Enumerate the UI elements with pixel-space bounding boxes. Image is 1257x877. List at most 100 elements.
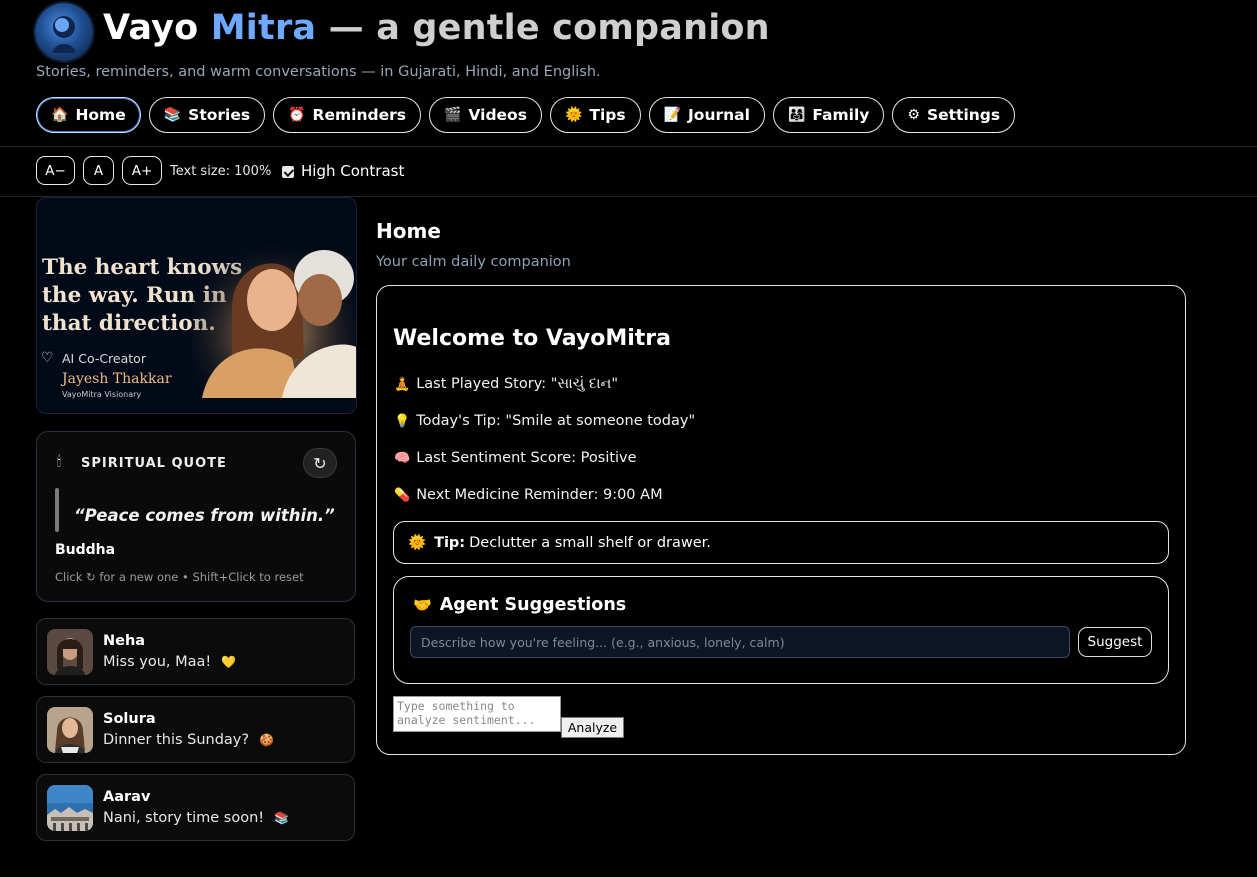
nav-settings[interactable]: ⚙ Settings: [892, 97, 1016, 133]
brain-icon: 🧠: [394, 451, 411, 466]
sun-icon: 🌞: [408, 535, 427, 551]
sun-icon: 🌞: [564, 107, 583, 123]
heart-icon: ♡: [41, 350, 54, 366]
refresh-quote-button[interactable]: ↻: [303, 448, 337, 478]
tip-label: Tip:: [434, 535, 466, 551]
text-increase-button[interactable]: A+: [122, 156, 162, 185]
feeling-input[interactable]: [410, 626, 1070, 658]
app-title: Vayo Mitra — a gentle companion: [103, 8, 770, 48]
nav-label: Reminders: [312, 106, 406, 124]
books-emoji-icon: 📚: [274, 811, 290, 825]
meditation-icon: 🧘: [394, 377, 411, 392]
accessibility-toolbar: A− A A+ Text size: 100% High Contrast: [0, 147, 1257, 197]
message-body: Nani, story time soon!: [103, 810, 265, 826]
stat-medicine: 💊 Next Medicine Reminder: 9:00 AM: [394, 487, 663, 503]
message-text: Nani, story time soon! 📚: [103, 810, 289, 826]
message-card[interactable]: Solura Dinner this Sunday? 🍪: [36, 696, 355, 763]
message-sender: Aarav: [103, 789, 151, 805]
pill-icon: 💊: [394, 488, 411, 503]
welcome-card: Welcome to VayoMitra 🧘 Last Played Story:…: [376, 285, 1186, 755]
nav-label: Videos: [468, 106, 527, 124]
lightbulb-icon: 💡: [394, 414, 411, 429]
refresh-icon: ↻: [313, 453, 327, 473]
main-nav: 🏠 Home 📚 Stories ⏰ Reminders 🎬 Videos 🌞 Tips …: [36, 97, 1016, 133]
page-title: Home: [376, 219, 441, 243]
avatar: [47, 785, 93, 831]
banner-photo: [192, 238, 356, 398]
message-card[interactable]: Neha Miss you, Maa! 💛: [36, 618, 355, 685]
high-contrast-label[interactable]: High Contrast: [301, 162, 404, 180]
text-size-readout: Text size: 100%: [170, 164, 272, 179]
alarm-clock-icon: ⏰: [288, 107, 306, 123]
message-sender: Neha: [103, 633, 146, 649]
banner-co-creator-label: AI Co-Creator: [62, 351, 146, 366]
nav-videos[interactable]: 🎬 Videos: [428, 97, 542, 133]
stat-text: Last Sentiment Score: Positive: [416, 450, 637, 466]
app-logo: [35, 3, 93, 61]
banner-name: Jayesh Thakkar: [62, 371, 172, 387]
nav-reminders[interactable]: ⏰ Reminders: [273, 97, 421, 133]
nav-label: Home: [75, 106, 126, 124]
cookie-emoji-icon: 🍪: [259, 733, 275, 747]
text-reset-button[interactable]: A: [83, 156, 114, 185]
nav-tips[interactable]: 🌞 Tips: [549, 97, 641, 133]
app-title-vayo: Vayo: [103, 8, 199, 48]
spiritual-quote-card: 🕯 SPIRITUAL QUOTE ↻ “Peace comes from wi…: [36, 431, 356, 602]
stat-last-story: 🧘 Last Played Story: "સાચું દાન": [394, 376, 618, 392]
nav-label: Family: [812, 106, 870, 124]
family-icon: 👨‍👩‍👧: [787, 107, 806, 123]
quote-hint: Click ↻ for a new one • Shift+Click to r…: [55, 570, 304, 584]
analyze-button[interactable]: Analyze: [561, 717, 624, 738]
avatar: [47, 707, 93, 753]
nav-stories[interactable]: 📚 Stories: [148, 97, 266, 133]
app-header: Vayo Mitra — a gentle companion Stories,…: [0, 0, 1257, 147]
heart-emoji-icon: 💛: [221, 655, 237, 669]
candle-icon: 🕯: [57, 454, 61, 470]
message-sender: Solura: [103, 711, 156, 727]
home-icon: 🏠: [51, 107, 69, 123]
message-body: Miss you, Maa!: [103, 654, 212, 670]
tip-text: 🌞 Tip: Declutter a small shelf or drawer.: [408, 534, 711, 551]
nav-label: Stories: [188, 106, 251, 124]
nav-label: Tips: [589, 106, 626, 124]
clapper-icon: 🎬: [443, 107, 462, 123]
stat-text: Today's Tip: "Smile at someone today": [416, 413, 696, 429]
handshake-icon: 🤝: [413, 596, 432, 614]
text-decrease-button[interactable]: A−: [36, 156, 75, 185]
high-contrast-checkbox[interactable]: [282, 166, 294, 178]
app-title-tagline: — a gentle companion: [328, 8, 770, 48]
tip-body: Declutter a small shelf or drawer.: [469, 535, 711, 551]
welcome-heading: Welcome to VayoMitra: [393, 326, 671, 351]
stat-text: Last Played Story: "સાચું દાન": [416, 376, 619, 392]
message-card[interactable]: Aarav Nani, story time soon! 📚: [36, 774, 355, 841]
banner-tagline: VayoMitra Visionary: [62, 390, 142, 399]
avatar: [47, 629, 93, 675]
quote-heading: SPIRITUAL QUOTE: [81, 456, 227, 471]
tip-box: 🌞 Tip: Declutter a small shelf or drawer.: [393, 521, 1169, 564]
gear-icon: ⚙: [907, 107, 920, 123]
agent-title: 🤝 Agent Suggestions: [413, 595, 626, 615]
stat-sentiment: 🧠 Last Sentiment Score: Positive: [394, 450, 637, 466]
stat-today-tip: 💡 Today's Tip: "Smile at someone today": [394, 413, 695, 429]
nav-label: Settings: [926, 106, 1001, 124]
nav-label: Journal: [688, 106, 750, 124]
nav-journal[interactable]: 📝 Journal: [648, 97, 765, 133]
inspiration-banner: The heart knows the way. Run in that dir…: [36, 197, 357, 414]
page-subtitle: Your calm daily companion: [376, 254, 571, 270]
message-text: Dinner this Sunday? 🍪: [103, 732, 274, 748]
message-text: Miss you, Maa! 💛: [103, 654, 236, 670]
quote-author: Buddha: [55, 542, 116, 558]
app-subtitle: Stories, reminders, and warm conversatio…: [36, 64, 601, 80]
nav-family[interactable]: 👨‍👩‍👧 Family: [772, 97, 885, 133]
agent-suggestions-panel: 🤝 Agent Suggestions Suggest: [393, 576, 1169, 684]
message-body: Dinner this Sunday?: [103, 732, 250, 748]
books-icon: 📚: [163, 107, 182, 123]
stat-text: Next Medicine Reminder: 9:00 AM: [416, 487, 663, 503]
sentiment-textarea[interactable]: [393, 696, 561, 732]
app-title-mitra: Mitra: [210, 8, 317, 48]
nav-home[interactable]: 🏠 Home: [36, 97, 141, 133]
suggest-button[interactable]: Suggest: [1078, 627, 1152, 657]
agent-title-text: Agent Suggestions: [439, 595, 627, 615]
quote-bar: [55, 488, 59, 532]
memo-icon: 📝: [663, 107, 682, 123]
